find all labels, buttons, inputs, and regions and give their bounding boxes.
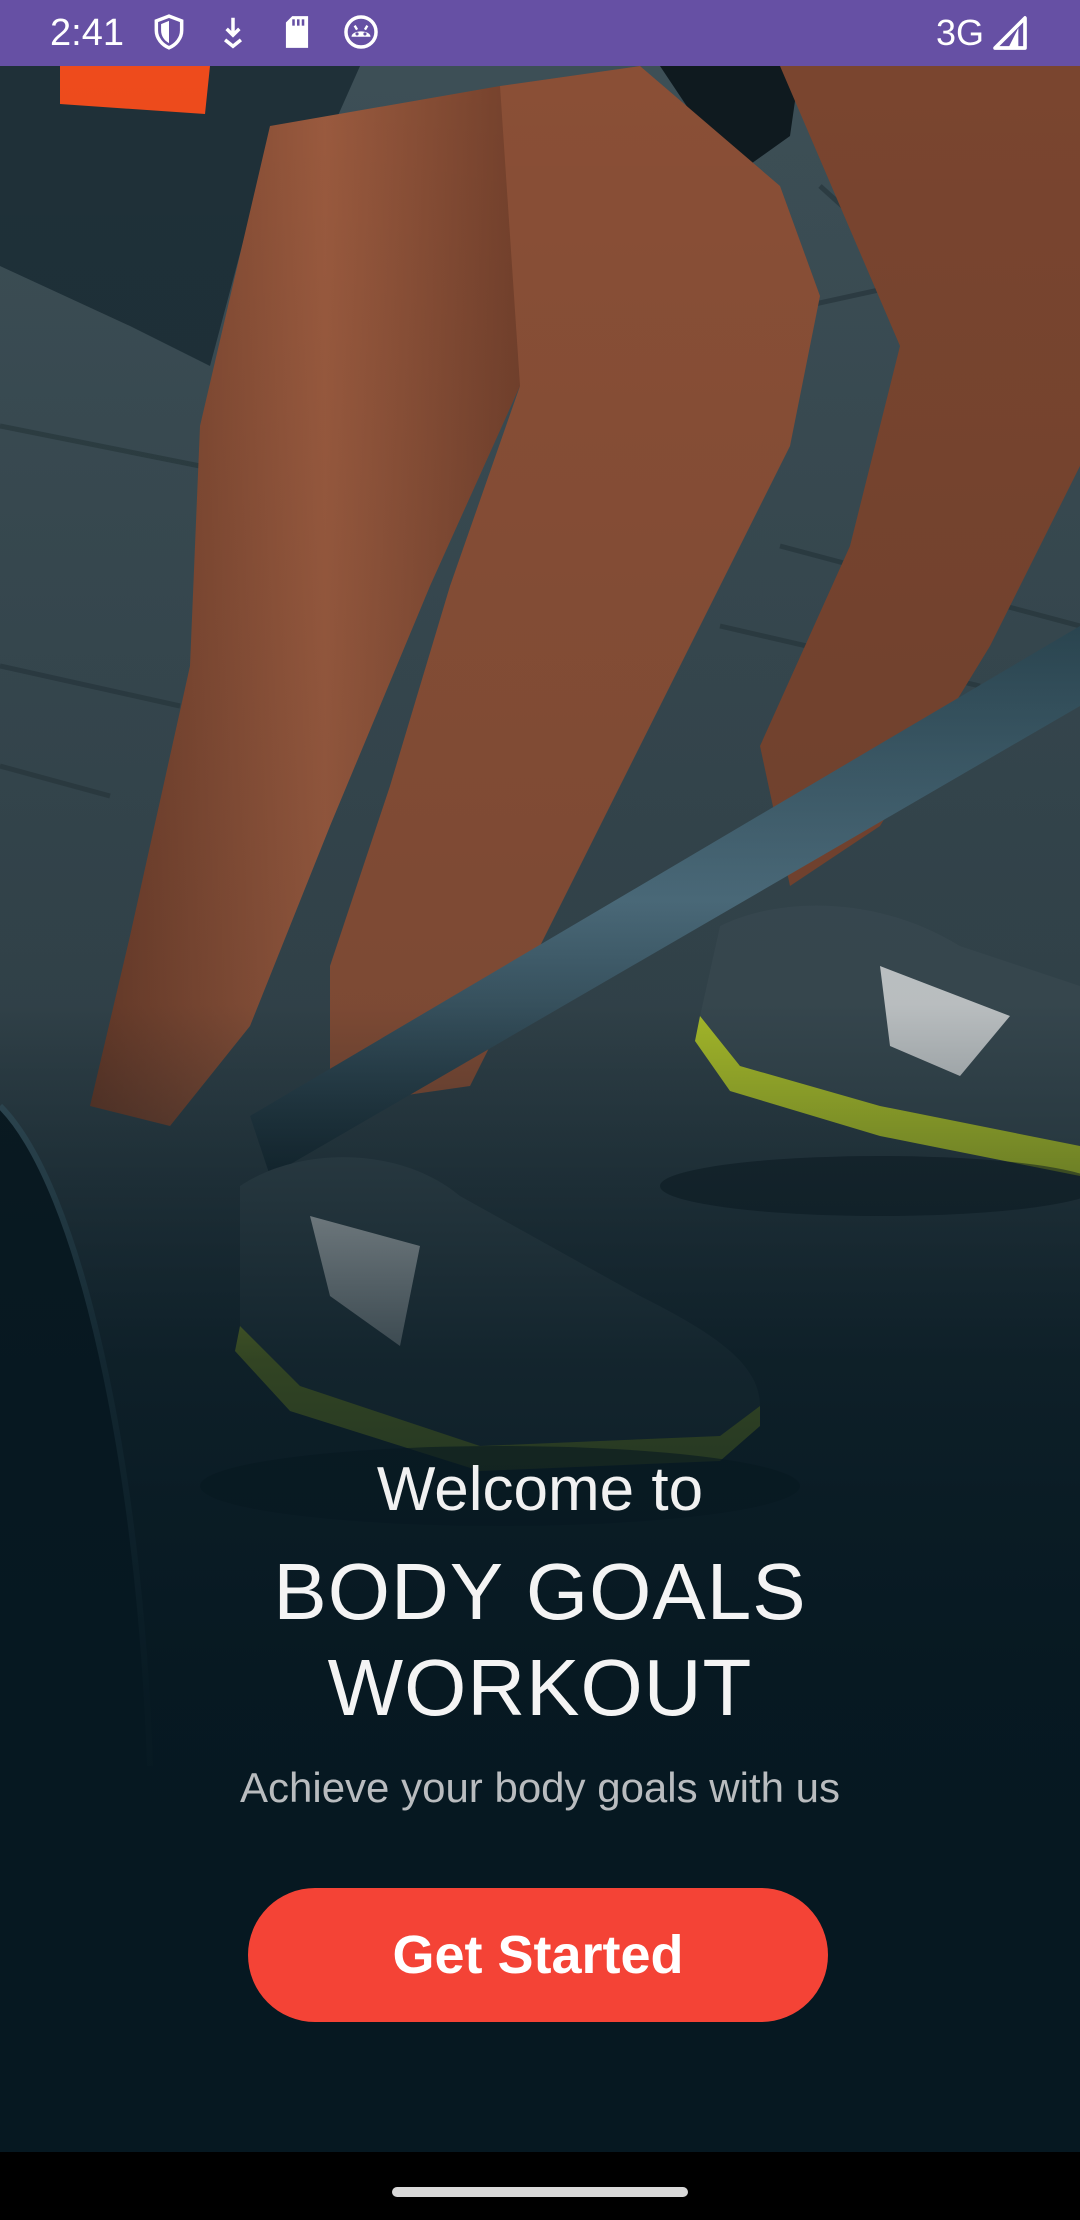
download-icon (223, 17, 243, 49)
signal-icon (993, 16, 1027, 50)
sd-card-icon (285, 16, 309, 48)
network-type-label: 3G (935, 12, 984, 53)
get-started-button[interactable]: Get Started (248, 1888, 828, 2022)
app-title: BODY GOALS WORKOUT (0, 1544, 1080, 1736)
welcome-intro: Welcome to (376, 1455, 704, 1524)
home-gesture-handle[interactable] (392, 2187, 688, 2197)
hero-overlay-gradient (0, 66, 1080, 2152)
app-title-line1: BODY GOALS (273, 1547, 807, 1636)
shield-icon (154, 14, 184, 50)
status-bar: 2:41 3G (0, 0, 1080, 66)
android-icon (344, 15, 378, 49)
status-time: 2:41 (50, 12, 124, 54)
welcome-content: Welcome to BODY GOALS WORKOUT Achieve yo… (0, 1450, 1080, 1816)
welcome-screen: 2:41 3G Welcome to BODY GOALS WORKOUT Ac… (0, 0, 1080, 2220)
app-title-line2: WORKOUT (327, 1643, 753, 1732)
tagline: Achieve your body goals with us (240, 1764, 840, 1811)
hero-background-image (0, 66, 1080, 2152)
status-connectivity: 3G (936, 10, 1030, 56)
status-notification-icons (150, 13, 380, 51)
navigation-bar (0, 2152, 1080, 2220)
